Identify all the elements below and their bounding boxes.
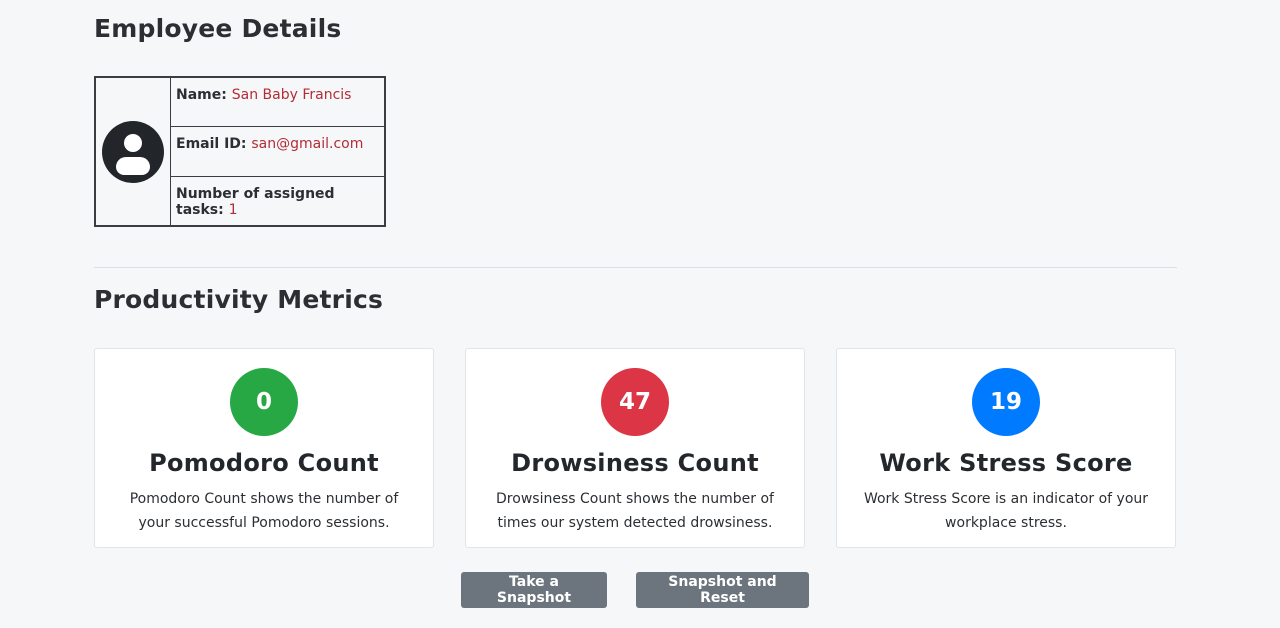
- work-stress-card-description: Work Stress Score is an indicator of you…: [863, 491, 1149, 531]
- pomodoro-card-title: Pomodoro Count: [149, 449, 379, 477]
- work-stress-score-badge: 19: [972, 368, 1040, 436]
- tasks-value: 1: [228, 201, 238, 218]
- email-label: Email ID:: [176, 136, 247, 153]
- productivity-metrics-heading: Productivity Metrics: [94, 285, 384, 314]
- drowsiness-count-badge: 47: [601, 368, 669, 436]
- user-avatar-icon: [102, 120, 164, 183]
- name-value: San Baby Francis: [231, 87, 352, 103]
- drowsiness-card-description: Drowsiness Count shows the number of tim…: [496, 491, 774, 531]
- take-snapshot-button[interactable]: Take a Snapshot: [461, 572, 607, 608]
- pomodoro-count-badge: 0: [230, 368, 298, 436]
- employee-name-row: Name: San Baby Francis: [171, 78, 384, 128]
- work-stress-card-title: Work Stress Score: [879, 449, 1133, 477]
- name-label: Name:: [176, 87, 227, 103]
- employee-details-table: Name: San Baby Francis Email ID: san@gma…: [94, 76, 386, 227]
- employee-info: Name: San Baby Francis Email ID: san@gma…: [171, 78, 384, 225]
- drowsiness-card: 47 Drowsiness Count Drowsiness Count sho…: [465, 348, 805, 548]
- employee-tasks-row: Number of assigned tasks: 1: [171, 177, 384, 225]
- tasks-label: Number of assigned tasks:: [176, 185, 335, 218]
- email-value: san@gmail.com: [251, 136, 364, 153]
- employee-email-row: Email ID: san@gmail.com: [171, 127, 384, 177]
- employee-details-heading: Employee Details: [94, 14, 342, 43]
- pomodoro-card-description: Pomodoro Count shows the number of your …: [129, 491, 399, 531]
- pomodoro-card: 0 Pomodoro Count Pomodoro Count shows th…: [94, 348, 434, 548]
- avatar-cell: [96, 78, 171, 225]
- section-divider: [94, 267, 1177, 268]
- work-stress-card: 19 Work Stress Score Work Stress Score i…: [836, 348, 1176, 548]
- drowsiness-card-title: Drowsiness Count: [511, 449, 759, 477]
- snapshot-and-reset-button[interactable]: Snapshot and Reset: [636, 572, 809, 608]
